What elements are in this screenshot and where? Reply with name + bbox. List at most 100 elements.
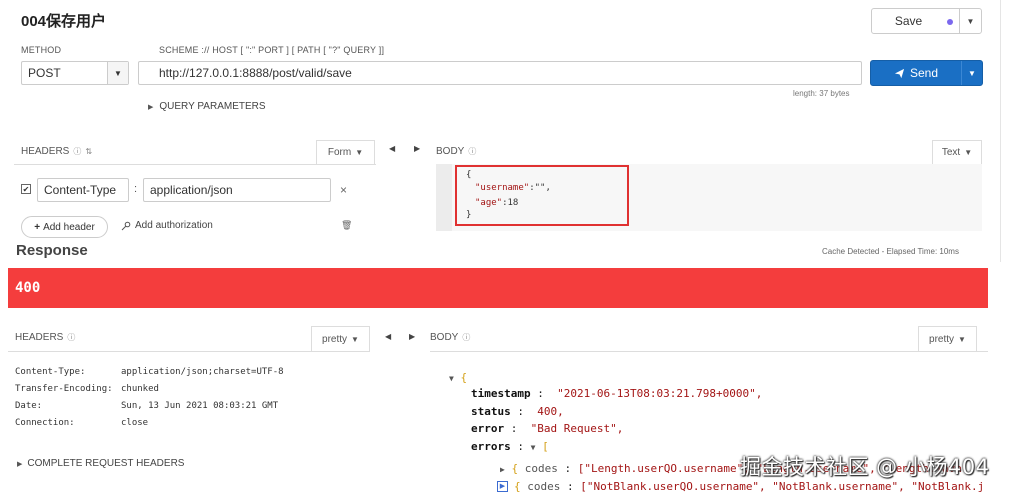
- json-value: "2021-06-13T08:03:21.798+0000",: [557, 387, 763, 400]
- chevron-down-icon: ▼: [958, 334, 966, 344]
- help-icon: ⓘ: [73, 147, 82, 156]
- help-icon: ⓘ: [468, 147, 477, 156]
- json-key: codes: [527, 480, 561, 493]
- url-length: length: 37 bytes: [793, 89, 850, 98]
- json-error-item[interactable]: { codes : ["NotBlank.userQO.username", "…: [514, 480, 984, 493]
- headers-format-select[interactable]: pretty ▼: [311, 326, 370, 351]
- response-body-heading: BODY ⓘ: [430, 332, 470, 343]
- collapse-right-icon[interactable]: ▶: [414, 144, 420, 153]
- caret-right-icon: ▶: [148, 103, 154, 111]
- response-header-key: Date:: [15, 401, 43, 411]
- help-icon: ⓘ: [462, 333, 471, 342]
- help-icon: ⓘ: [67, 333, 76, 342]
- caret-right-icon: ▶: [17, 460, 23, 468]
- body-format-select[interactable]: pretty ▼: [918, 326, 977, 351]
- divider: [8, 351, 370, 352]
- header-enabled-checkbox[interactable]: ✔: [21, 184, 31, 194]
- query-parameters-toggle[interactable]: ▶ QUERY PARAMETERS: [148, 101, 266, 112]
- send-button-group[interactable]: Send ▼: [870, 60, 983, 86]
- right-divider: [1000, 0, 1001, 262]
- response-header-value: application/json;charset=UTF-8: [121, 367, 284, 377]
- collapse-left-icon[interactable]: ◀: [389, 144, 395, 153]
- json-error-row: error : "Bad Request",: [471, 422, 624, 435]
- header-key-input[interactable]: Content-Type: [37, 178, 129, 202]
- query-parameters-label: QUERY PARAMETERS: [159, 101, 266, 112]
- form-label: Form: [327, 147, 352, 158]
- paper-plane-icon: [894, 68, 905, 78]
- caret-right-icon[interactable]: ▶: [500, 465, 505, 474]
- response-header-value: Sun, 13 Jun 2021 08:03:21 GMT: [121, 401, 279, 411]
- headers-mode-select[interactable]: Form ▼: [316, 140, 375, 164]
- response-title: Response: [16, 242, 88, 259]
- json-key: error: [471, 422, 505, 435]
- json-errors-row[interactable]: errors : ▼ [: [471, 440, 549, 453]
- send-dropdown-caret-icon[interactable]: ▼: [961, 61, 982, 85]
- divider: [430, 351, 988, 352]
- unsaved-dot-icon: [947, 19, 953, 25]
- response-headers-heading: HEADERS ⓘ: [15, 332, 75, 343]
- header-value-input[interactable]: application/json: [143, 178, 331, 202]
- body-label: BODY: [430, 332, 459, 343]
- json-status-row: status : 400,: [471, 405, 564, 418]
- plus-icon: +: [34, 221, 41, 233]
- pretty-label: pretty: [929, 333, 955, 345]
- save-button[interactable]: Save: [872, 9, 959, 33]
- response-header-value: close: [121, 418, 149, 428]
- json-value: ["NotBlank.userQO.username", "NotBlank.u…: [580, 480, 985, 493]
- expand-icon[interactable]: ▶: [497, 481, 508, 492]
- add-authorization-button[interactable]: Add authorization: [121, 220, 213, 231]
- json-key: timestamp: [471, 387, 531, 400]
- json-key: errors: [471, 440, 511, 453]
- complete-request-headers-toggle[interactable]: ▶ COMPLETE REQUEST HEADERS: [17, 458, 184, 469]
- collapse-right-icon[interactable]: ▶: [409, 332, 415, 341]
- chevron-down-icon: ▼: [351, 334, 359, 344]
- sort-icon[interactable]: ⇅: [85, 147, 92, 156]
- send-label: Send: [909, 66, 939, 80]
- close-icon[interactable]: ×: [340, 183, 347, 197]
- add-authorization-label: Add authorization: [135, 220, 213, 231]
- cache-elapsed-text: Cache Detected - Elapsed Time: 10ms: [822, 247, 959, 256]
- highlight-annotation-box: [455, 165, 629, 226]
- chevron-down-icon[interactable]: ▼: [531, 443, 536, 452]
- request-title: 004保存用户: [21, 13, 107, 30]
- add-header-label: Add header: [43, 221, 95, 233]
- response-header-key: Connection:: [15, 418, 75, 428]
- response-header-key: Content-Type:: [15, 367, 86, 377]
- json-root-line[interactable]: ▼ {: [449, 371, 467, 384]
- request-body-heading: BODY ⓘ: [436, 146, 476, 157]
- method-select[interactable]: POST ▼: [21, 61, 129, 85]
- response-header-key: Transfer-Encoding:: [15, 384, 113, 394]
- json-value: 400,: [537, 405, 564, 418]
- json-timestamp-row: timestamp : "2021-06-13T08:03:21.798+000…: [471, 387, 763, 400]
- json-key: codes: [524, 462, 558, 475]
- complete-request-label: COMPLETE REQUEST HEADERS: [27, 458, 185, 469]
- method-label: METHOD: [21, 45, 62, 55]
- trash-icon[interactable]: 🗑: [341, 220, 352, 231]
- header-colon: :: [134, 183, 138, 195]
- json-value: "Bad Request",: [530, 422, 624, 435]
- text-label: Text: [941, 147, 961, 158]
- scheme-label: SCHEME :// HOST [ ":" PORT ] [ PATH [ "?…: [159, 45, 385, 55]
- url-input[interactable]: http://127.0.0.1:8888/post/valid/save: [138, 61, 862, 85]
- status-code: 400: [15, 280, 41, 296]
- chevron-down-icon: ▼: [964, 148, 973, 157]
- add-header-button[interactable]: + Add header: [21, 216, 108, 238]
- save-label: Save: [894, 14, 923, 28]
- save-dropdown-caret-icon[interactable]: ▼: [959, 9, 981, 33]
- status-bar: [8, 268, 988, 308]
- collapse-left-icon[interactable]: ◀: [385, 332, 391, 341]
- body-type-select[interactable]: Text ▼: [932, 140, 982, 164]
- send-button[interactable]: Send: [871, 61, 961, 85]
- chevron-down-icon[interactable]: ▼: [107, 62, 128, 84]
- editor-gutter: [436, 164, 452, 231]
- key-icon: [121, 221, 131, 230]
- method-value: POST: [28, 66, 61, 80]
- watermark: 掘金技术社区 @ 小杨404: [740, 455, 990, 479]
- request-headers-heading: HEADERS ⓘ ⇅: [21, 146, 92, 157]
- save-button-group[interactable]: Save ▼: [871, 8, 982, 34]
- response-header-value: chunked: [121, 384, 159, 394]
- pretty-label: pretty: [322, 333, 348, 345]
- divider: [14, 164, 376, 165]
- chevron-down-icon[interactable]: ▼: [449, 374, 454, 383]
- body-label: BODY: [436, 146, 465, 157]
